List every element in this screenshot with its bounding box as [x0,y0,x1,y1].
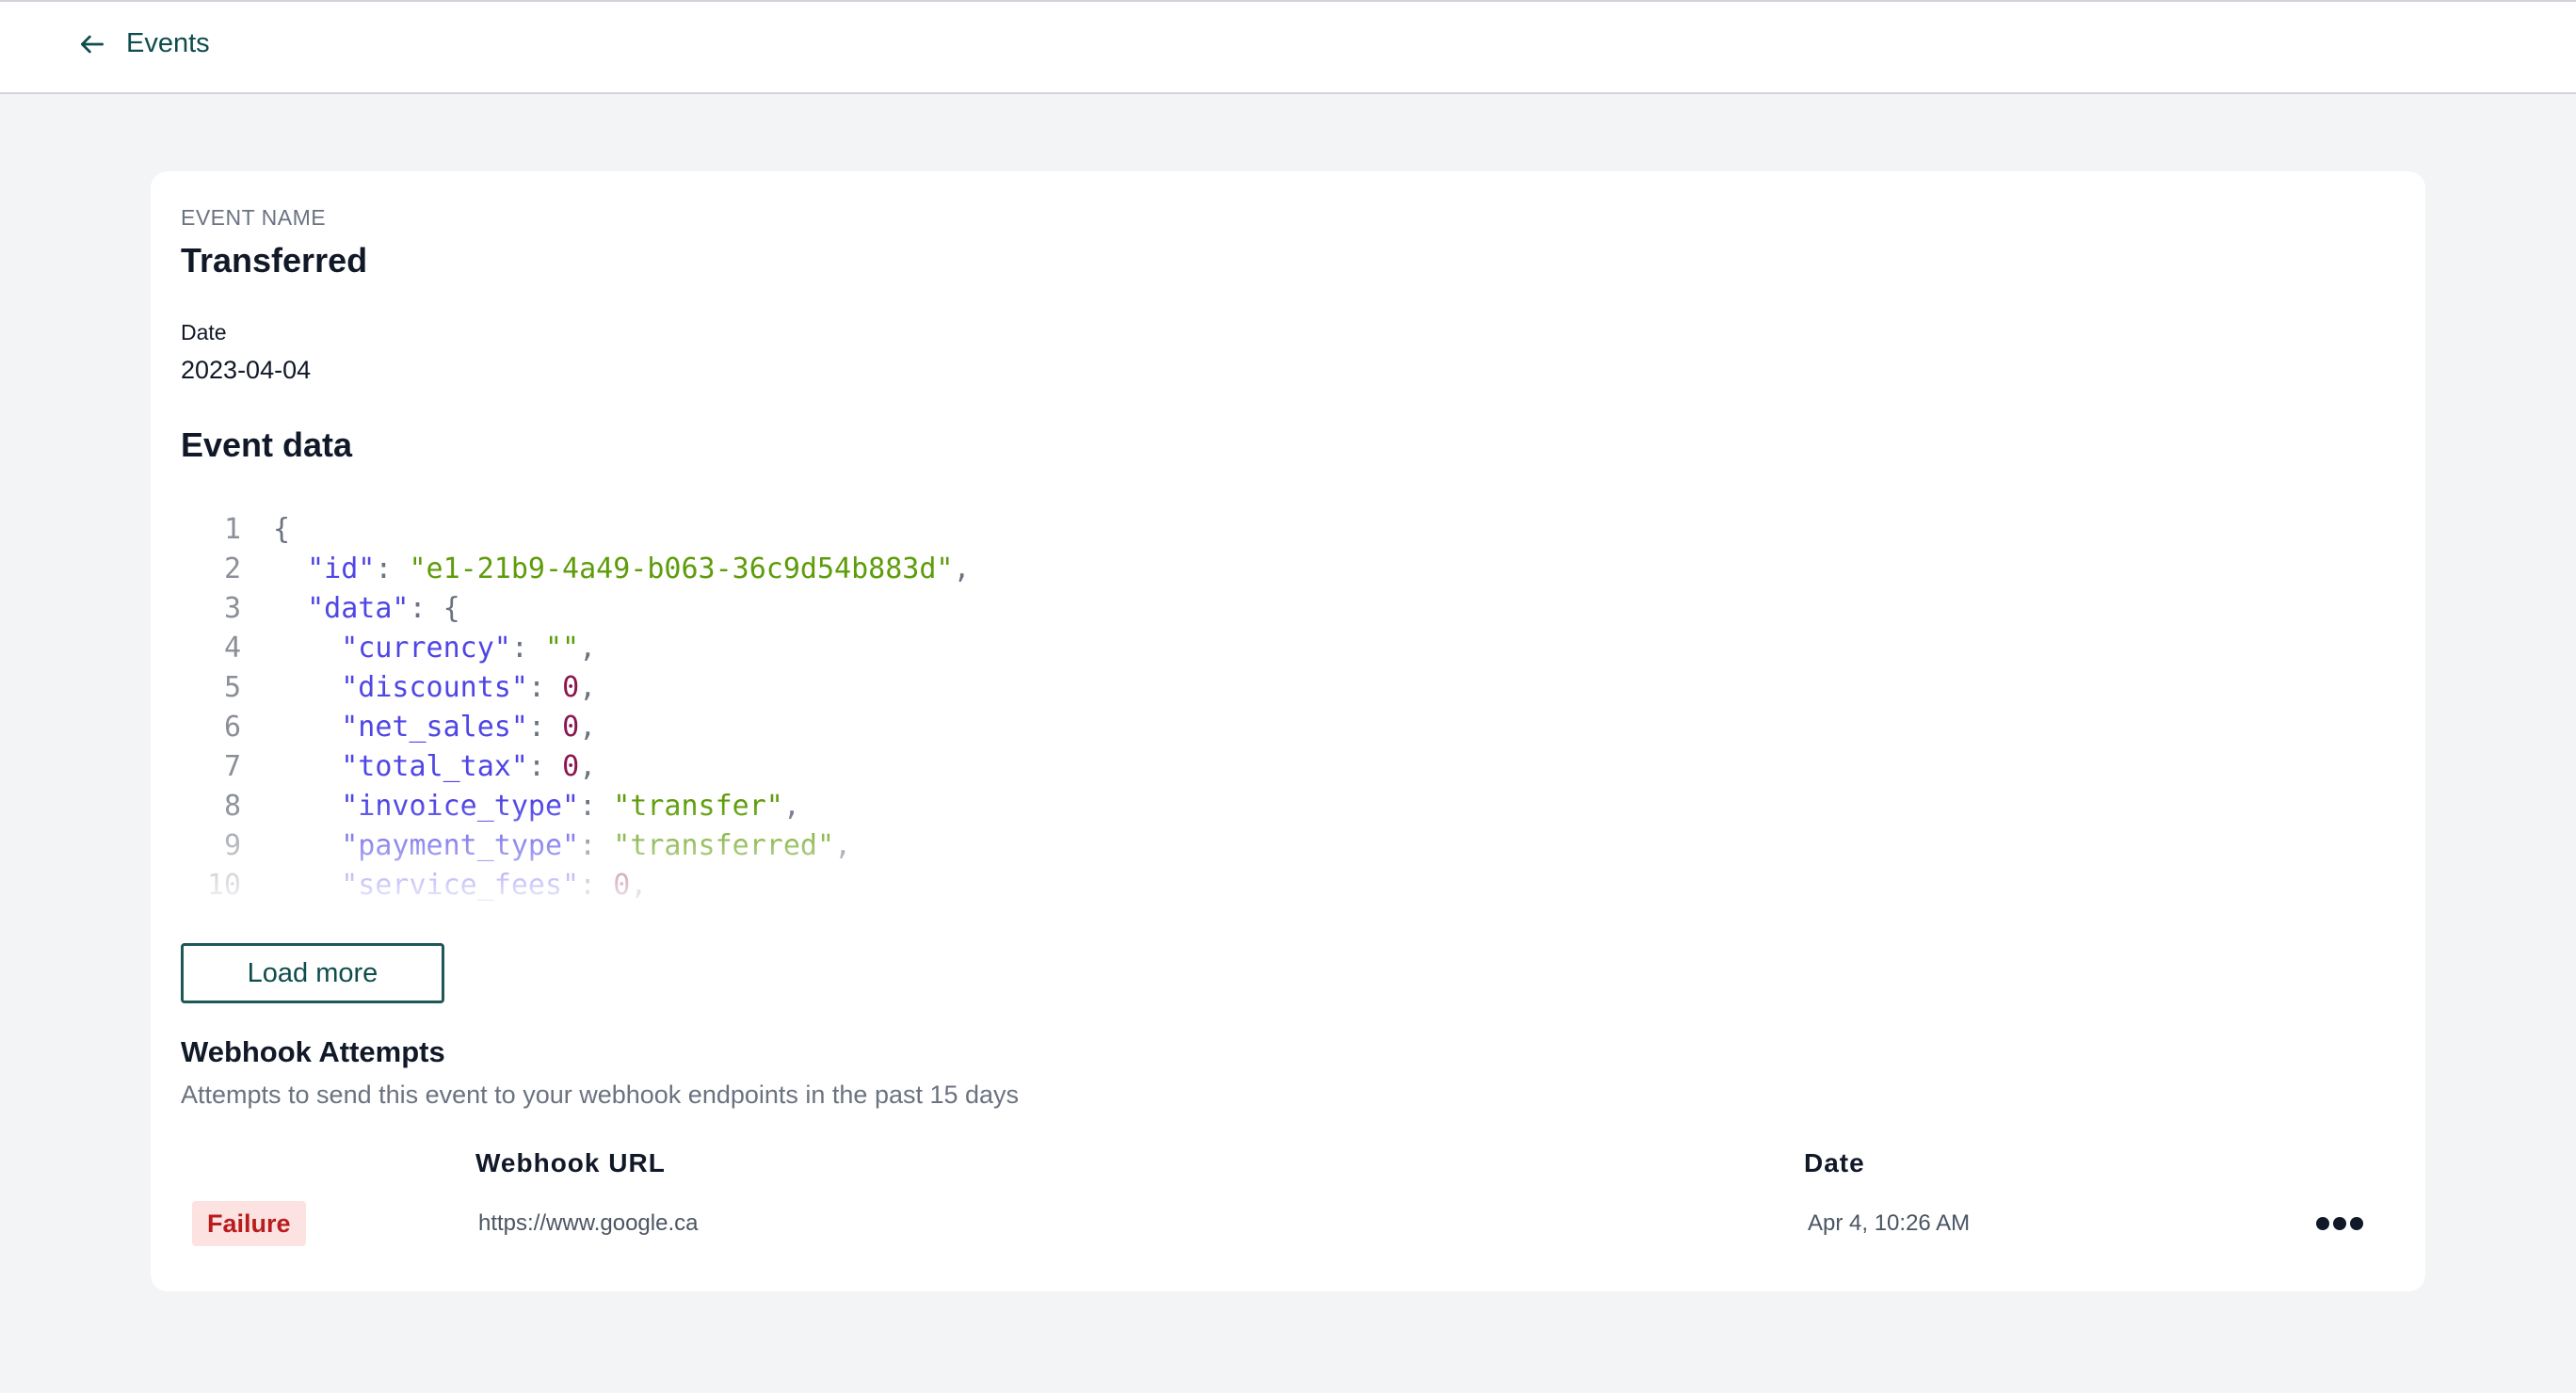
event-data-code-viewer[interactable]: 1{2 "id": "e1-21b9-4a49-b063-36c9d54b883… [181,510,1499,905]
top-bar: Events [0,0,2576,94]
back-label: Events [126,28,210,58]
code-token: "total_tax" [341,750,528,783]
code-token: , [579,750,597,783]
load-more-button[interactable]: Load more [181,943,444,1003]
code-token: , [782,790,800,823]
line-number: 5 [223,671,241,704]
code-token: 0 [562,750,580,783]
event-name-label: EVENT NAME [181,205,327,230]
code-token: "e1-21b9-4a49-b063-36c9d54b883d" [409,552,954,585]
code-line: 10 "service_fees": 0, [181,866,1499,905]
code-token: , [579,711,597,744]
code-token: : [579,869,614,902]
column-header-webhook-url: Webhook URL [475,1148,666,1177]
code-token: : [579,790,614,823]
code-line: 3 "data": { [181,589,1499,629]
code-token: "net_sales" [341,711,528,744]
code-line: 5 "discounts": 0, [181,668,1499,708]
column-header-date: Date [1804,1148,1865,1177]
code-token: "currency" [341,632,511,664]
line-number: 3 [223,592,241,625]
code-token: "transferred" [613,829,835,862]
code-token: "transfer" [613,790,783,823]
code-line: 2 "id": "e1-21b9-4a49-b063-36c9d54b883d"… [181,550,1499,589]
line-number: 10 [206,869,241,902]
code-token: "service_fees" [341,869,580,902]
code-token: , [579,671,597,704]
code-token: : [510,632,545,664]
code-token: "" [545,632,580,664]
webhook-attempts-subtitle: Attempts to send this event to your webh… [181,1081,1020,1109]
more-horizontal-icon[interactable] [2314,1207,2365,1241]
code-token: , [953,552,971,585]
code-line: 9 "payment_type": "transferred", [181,826,1499,866]
event-detail-card: EVENT NAME Transferred Date 2023-04-04 E… [151,171,2425,1291]
code-token: "id" [307,552,376,585]
line-number: 6 [223,711,241,744]
event-data-heading: Event data [181,425,353,464]
event-name: Transferred [181,241,368,280]
line-number: 4 [223,632,241,664]
line-number: 2 [223,552,241,585]
code-token: "data" [307,592,410,625]
webhook-attempts-title: Webhook Attempts [181,1035,445,1068]
line-number: 8 [223,790,241,823]
code-token: "payment_type" [341,829,580,862]
code-token: , [834,829,852,862]
code-token: : { [409,592,460,625]
event-date-label: Date [181,320,227,344]
event-date: 2023-04-04 [181,356,312,384]
line-number: 1 [223,513,241,546]
code-token: 0 [562,671,580,704]
code-token: 0 [562,711,580,744]
code-token: , [579,632,597,664]
code-line: 1{ [181,510,1499,550]
code-token: , [630,869,648,902]
code-token: : [579,829,614,862]
code-token: 0 [613,869,631,902]
code-line: 4 "currency": "", [181,629,1499,668]
code-token: : [527,750,563,783]
status-badge: Failure [192,1201,306,1246]
code-token: "invoice_type" [341,790,580,823]
arrow-left-icon [81,35,104,53]
code-line: 7 "total_tax": 0, [181,747,1499,787]
code-token: : [375,552,410,585]
code-token: : [527,671,563,704]
code-line: 6 "net_sales": 0, [181,708,1499,747]
back-to-events-link[interactable]: Events [77,28,210,59]
attempt-date-cell: Apr 4, 10:26 AM [1808,1210,1971,1236]
code-token: { [273,513,291,546]
line-number: 9 [223,829,241,862]
webhook-url-cell: https://www.google.ca [478,1210,699,1236]
line-number: 7 [223,750,241,783]
code-token: : [527,711,563,744]
code-token: "discounts" [341,671,528,704]
code-line: 8 "invoice_type": "transfer", [181,787,1499,826]
